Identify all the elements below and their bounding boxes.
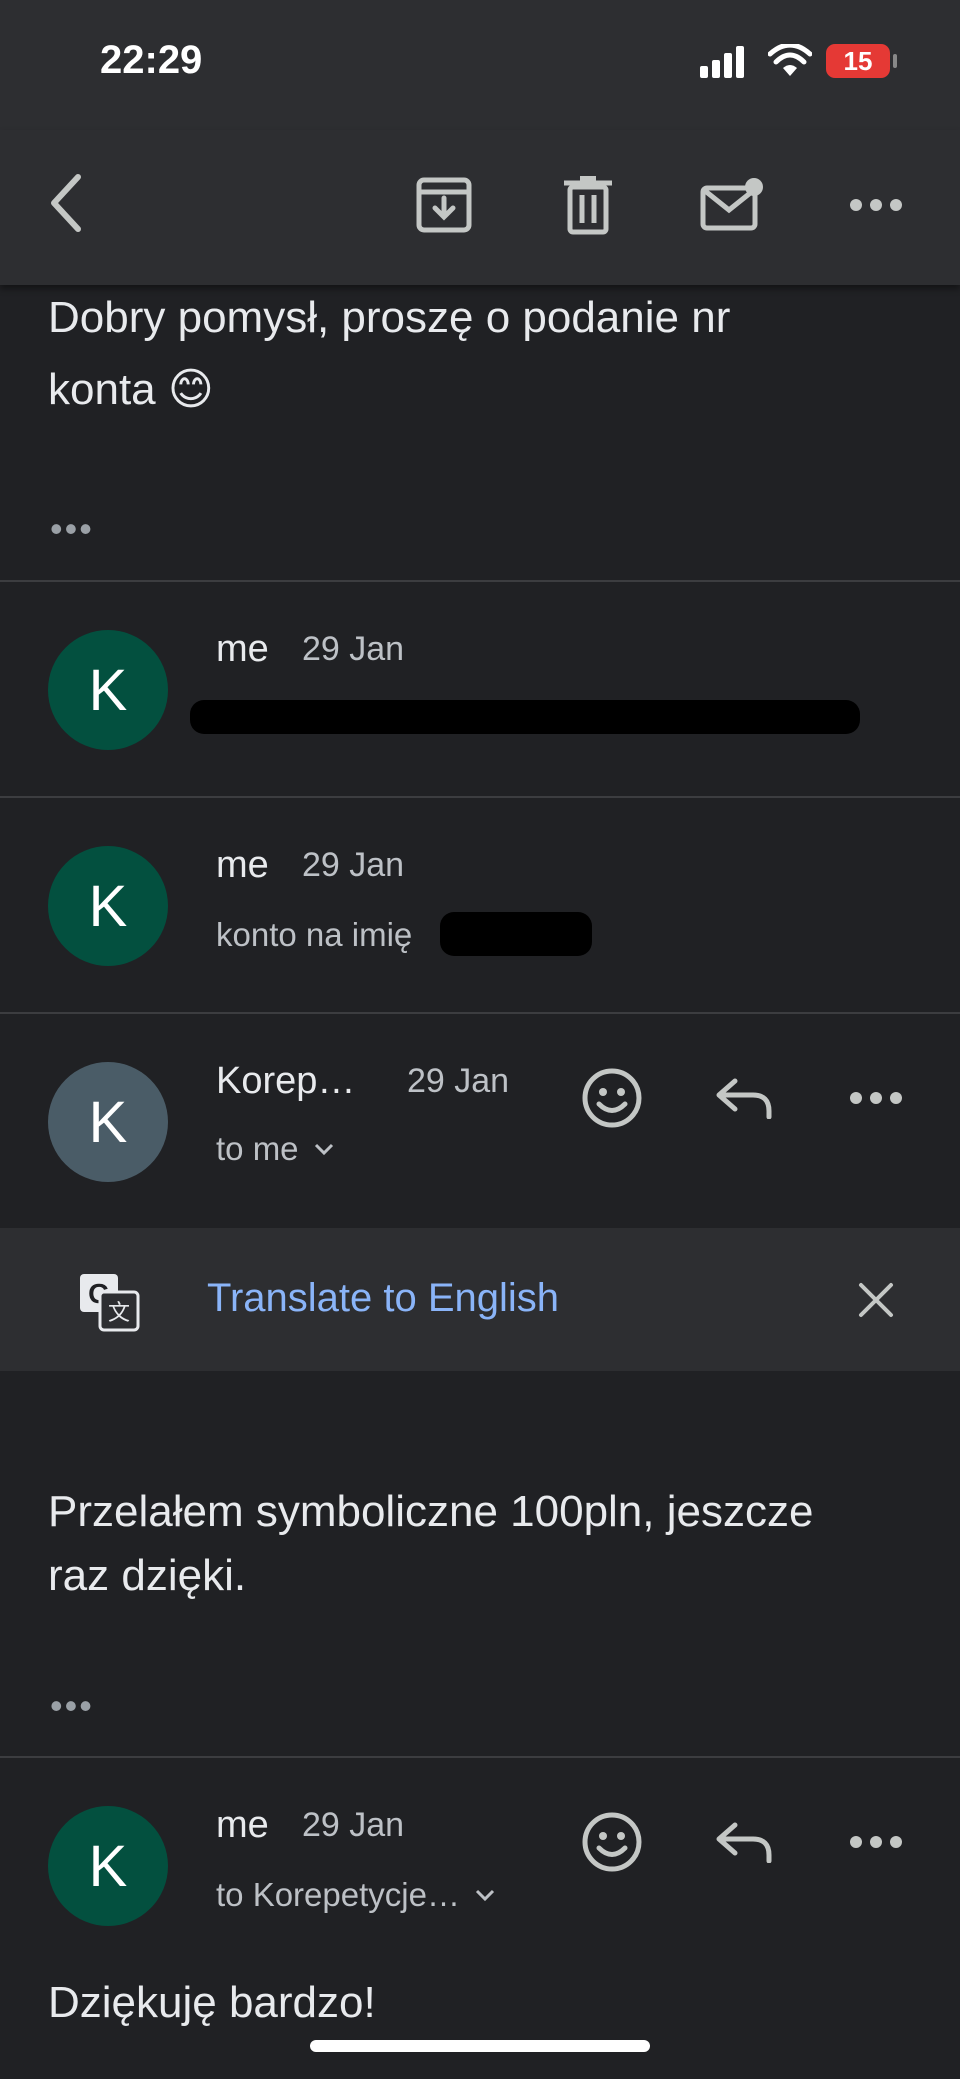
sender-name: me [216, 844, 269, 886]
more-horizontal-icon [850, 199, 902, 211]
reply-button[interactable] [704, 1060, 784, 1136]
message-date: 29 Jan [302, 630, 405, 668]
battery-tip [893, 54, 897, 68]
battery-icon: 15 [826, 44, 890, 78]
recipient-details-toggle[interactable]: to me [216, 1130, 335, 1168]
divider [0, 1012, 960, 1014]
more-horizontal-icon [850, 1836, 902, 1848]
status-bar: 22:29 15 [0, 0, 960, 130]
message-body-line: konta 😊 [48, 365, 214, 414]
chevron-down-icon [475, 1889, 495, 1902]
message-date: 29 Jan [407, 1062, 510, 1100]
wifi-icon [768, 44, 812, 76]
message-date: 29 Jan [302, 1806, 405, 1844]
collapsed-message[interactable]: K me 29 Jan [0, 582, 960, 796]
message-body-line: Przelałem symboliczne 100pln, jeszcze [48, 1487, 814, 1536]
message-more-button[interactable] [836, 1804, 916, 1880]
avatar: K [48, 846, 168, 966]
message-snippet: konto na imię [216, 916, 413, 953]
signal-icon [700, 46, 744, 78]
delete-button[interactable] [548, 165, 628, 245]
sender-name: Korep… [216, 1060, 356, 1102]
redacted-snippet [440, 912, 592, 956]
message-body-line: Dziękuję bardzo! [48, 1978, 376, 2027]
archive-button[interactable] [404, 165, 484, 245]
more-horizontal-icon [850, 1092, 902, 1104]
toolbar [0, 130, 960, 285]
collapsed-message[interactable]: K me 29 Jan konto na imię [0, 798, 960, 1012]
message-body-line: raz dzięki. [48, 1551, 247, 1600]
add-reaction-button[interactable] [572, 1060, 652, 1136]
recipient-label: to me [216, 1130, 299, 1167]
reply-icon [716, 1078, 772, 1119]
avatar: K [48, 1062, 168, 1182]
show-quoted-button[interactable]: ••• [50, 508, 94, 550]
svg-text:文: 文 [108, 1301, 130, 1326]
divider [0, 1756, 960, 1758]
sender-name: me [216, 628, 269, 670]
mail-unread-icon [700, 178, 763, 231]
reply-icon [716, 1822, 772, 1863]
avatar: K [48, 630, 168, 750]
archive-icon [416, 177, 472, 233]
trash-icon [564, 176, 612, 235]
add-reaction-button[interactable] [572, 1804, 652, 1880]
reply-button[interactable] [704, 1804, 784, 1880]
message-date: 29 Jan [302, 846, 405, 884]
close-icon [859, 1283, 893, 1317]
show-quoted-button[interactable]: ••• [50, 1685, 94, 1727]
back-button[interactable] [36, 158, 96, 248]
sender-name: me [216, 1804, 269, 1846]
chevron-down-icon [314, 1143, 333, 1156]
emoji-icon [582, 1068, 642, 1128]
avatar: K [48, 1806, 168, 1926]
battery-level: 15 [843, 45, 873, 76]
redacted-snippet [190, 700, 860, 734]
translate-link[interactable]: Translate to English [207, 1276, 559, 1321]
chevron-left-icon [51, 174, 81, 232]
more-button[interactable] [836, 165, 916, 245]
google-translate-icon: G 文 [80, 1274, 140, 1332]
status-time: 22:29 [100, 38, 203, 82]
message-body-line: Dobry pomysł, proszę o podanie nr [48, 293, 731, 342]
message-more-button[interactable] [836, 1060, 916, 1136]
emoji-icon [582, 1812, 642, 1872]
recipient-label: to Korepetycje… [216, 1876, 460, 1913]
recipient-details-toggle[interactable]: to Korepetycje… [216, 1876, 496, 1914]
close-translate-button[interactable] [846, 1270, 906, 1330]
home-indicator[interactable] [310, 2040, 650, 2052]
mark-unread-button[interactable] [692, 165, 772, 245]
